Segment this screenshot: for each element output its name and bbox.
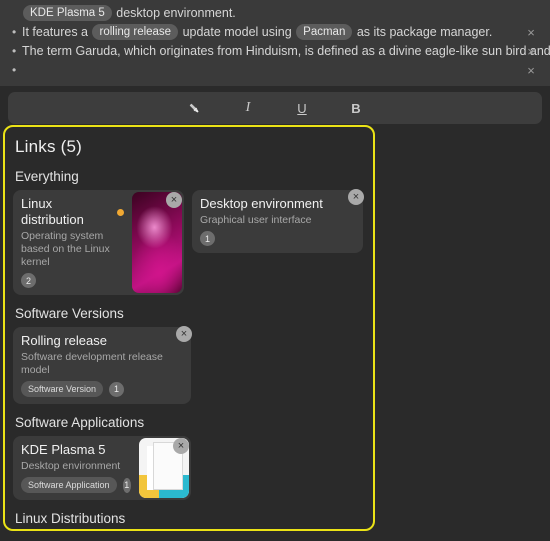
text-run: The term Garuda, which originates from H… [22, 44, 550, 58]
link-card-meta: Software Version 1 [21, 381, 183, 397]
close-icon[interactable]: × [348, 189, 364, 205]
text-run: desktop environment. [112, 6, 236, 20]
link-card-title-row: KDE Plasma 5 [21, 442, 131, 458]
entity-chip[interactable]: rolling release [92, 24, 179, 40]
link-card-meta: 2 [21, 273, 124, 288]
link-card[interactable]: KDE Plasma 5 Desktop environment Software … [13, 436, 191, 500]
list-bullet: • [12, 63, 17, 77]
links-card-row: Rolling release Software development rele… [13, 326, 363, 404]
link-card-body: Desktop environment Graphical user interf… [192, 190, 363, 253]
links-group-title: Everything [15, 169, 79, 184]
link-card-tag[interactable]: Software Version [21, 381, 104, 397]
note-line[interactable]: • It features a rolling release update mo… [0, 23, 550, 42]
link-card-meta: 1 [200, 231, 355, 246]
link-card-title-row: Linux distribution [21, 196, 124, 228]
entity-chip[interactable]: Pacman [296, 24, 353, 40]
link-card-description: Desktop environment [21, 460, 121, 472]
text-run: as its package manager. [353, 25, 493, 39]
text-run: update model using [179, 25, 296, 39]
link-card[interactable]: Linux distribution Operating system based… [13, 190, 184, 295]
list-bullet: • [12, 25, 17, 39]
link-card-title: Rolling release [21, 333, 107, 348]
note-line-text: The term Garuda, which originates from H… [22, 43, 550, 60]
note-editor-body[interactable]: KDE Plasma 5 desktop environment. • It fea… [0, 0, 550, 86]
list-bullet: • [12, 44, 17, 58]
highlighter-icon[interactable] [182, 97, 206, 119]
note-line[interactable]: • The term Garuda, which originates from … [0, 42, 550, 61]
italic-button[interactable]: I [236, 97, 260, 119]
link-card-title-row: Desktop environment [200, 196, 355, 212]
links-group: Linux DistributionsArch LinuxA rolling r… [13, 511, 363, 529]
link-card-count-badge: 1 [200, 231, 215, 246]
link-card-title: KDE Plasma 5 [21, 442, 106, 457]
links-group: Software Applications KDE Plasma 5 Desktop… [13, 415, 363, 500]
links-card-row: Linux distribution Operating system based… [13, 189, 364, 295]
note-line[interactable]: KDE Plasma 5 desktop environment. [0, 4, 550, 23]
links-group-title: Software Applications [15, 415, 145, 430]
close-icon[interactable]: × [173, 438, 189, 454]
links-group-title: Linux Distributions [15, 511, 126, 526]
link-card-description: Graphical user interface [200, 214, 312, 226]
link-card-meta: Software Application 1 [21, 477, 131, 493]
entity-chip[interactable]: KDE Plasma 5 [23, 5, 112, 21]
link-card-description: Operating system based on the Linux kern… [21, 230, 110, 268]
note-editor-region: KDE Plasma 5 desktop environment. • It fea… [0, 0, 550, 124]
note-line-text: It features a rolling release update mod… [22, 24, 520, 41]
links-card-row: KDE Plasma 5 Desktop environment Software … [13, 436, 363, 500]
close-icon[interactable]: × [176, 326, 192, 342]
link-card-title-row: Rolling release [21, 333, 183, 349]
link-card-title: Linux distribution [21, 196, 84, 227]
links-panel-title: Links (5) [15, 137, 82, 156]
formatting-toolbar: I U B [8, 92, 542, 124]
link-card-title: Desktop environment [200, 196, 323, 211]
links-groups-container: Everything Linux distribution Operating sy… [13, 169, 364, 529]
links-group: Software Versions Rolling release Software… [13, 306, 363, 404]
link-card-count-badge: 1 [122, 477, 131, 493]
link-card-tag[interactable]: Software Application [21, 477, 117, 493]
links-group-title: Software Versions [15, 306, 124, 321]
close-icon[interactable]: × [524, 63, 538, 78]
links-panel: Links (5) Everything Linux distribution Op… [3, 125, 375, 531]
status-dot-icon [117, 208, 124, 216]
link-card-body: Rolling release Software development rele… [13, 327, 191, 404]
link-card-description: Software development release model [21, 351, 163, 376]
link-card-count-badge: 2 [21, 273, 36, 288]
note-line[interactable]: • × [0, 61, 550, 80]
close-icon[interactable]: × [524, 25, 538, 40]
link-card-body: Linux distribution Operating system based… [13, 190, 132, 295]
bold-button[interactable]: B [344, 97, 368, 119]
note-line-text: KDE Plasma 5 desktop environment. [22, 5, 520, 22]
link-card-count-badge: 1 [109, 381, 125, 397]
text-run: It features a [22, 25, 92, 39]
close-icon[interactable]: × [166, 192, 182, 208]
link-card-body: KDE Plasma 5 Desktop environment Software … [13, 436, 139, 500]
links-group: Everything Linux distribution Operating sy… [13, 169, 364, 295]
link-card[interactable]: Rolling release Software development rele… [13, 326, 192, 404]
underline-button[interactable]: U [290, 97, 314, 119]
close-icon[interactable]: × [524, 44, 538, 59]
link-card[interactable]: Desktop environment Graphical user interf… [192, 189, 364, 253]
